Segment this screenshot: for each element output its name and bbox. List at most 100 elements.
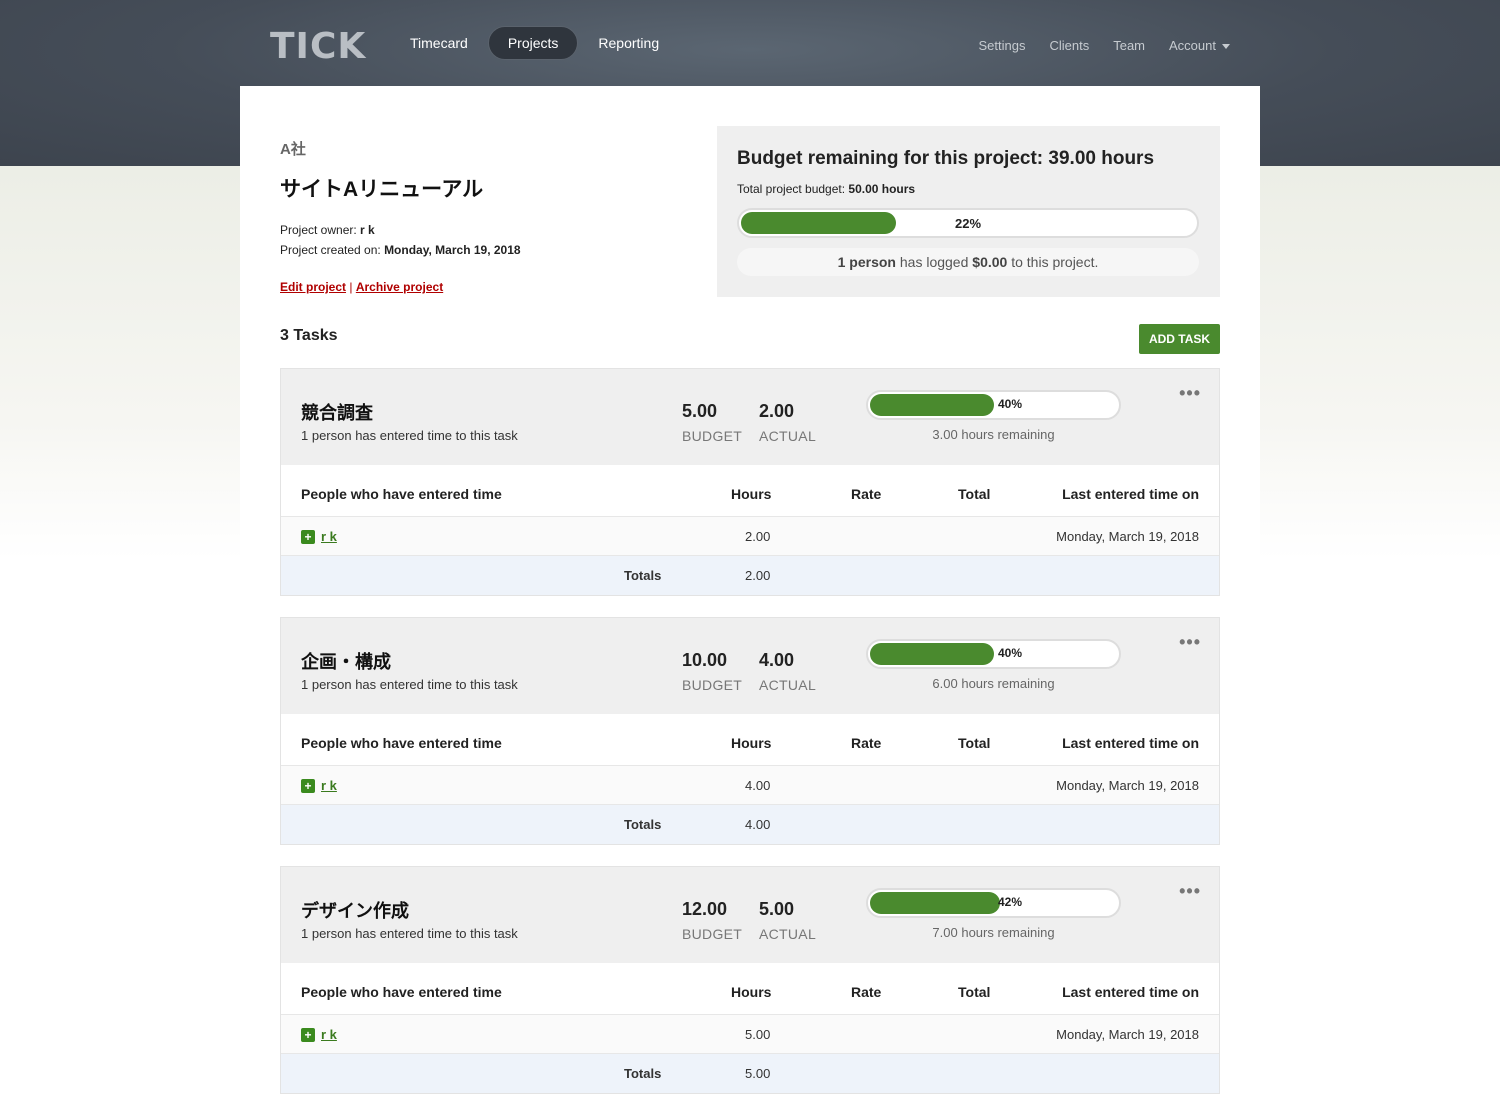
archive-project-link[interactable]: Archive project: [356, 280, 443, 294]
task-actual: 5.00 ACTUAL: [759, 899, 816, 942]
task-remaining: 6.00 hours remaining: [932, 676, 1055, 691]
totals-hours: 2.00: [745, 568, 771, 583]
created-value: Monday, March 19, 2018: [384, 243, 521, 257]
plus-icon[interactable]: +: [301, 778, 315, 793]
nav-clients[interactable]: Clients: [1049, 38, 1089, 53]
row-hours: 4.00: [745, 778, 771, 793]
task-actual-label: ACTUAL: [759, 677, 817, 693]
people-table-header: People who have entered time Hours Rate …: [281, 963, 1219, 1015]
nav-reporting[interactable]: Reporting: [584, 26, 673, 60]
project-title: サイトAリニューアル: [280, 178, 484, 201]
task-budget-value: 12.00: [682, 899, 728, 919]
task-subtitle: 1 person has entered time to this task: [301, 926, 518, 941]
nav-team[interactable]: Team: [1113, 38, 1145, 53]
task-progress-bar: 42%: [866, 888, 1121, 918]
col-total: Total: [958, 486, 991, 502]
task-progress-fill: [870, 892, 1000, 914]
table-row: + r k 4.00 Monday, March 19, 2018: [281, 766, 1219, 805]
edit-project-link[interactable]: Edit project: [280, 280, 346, 294]
row-hours: 5.00: [745, 1027, 771, 1042]
budget-remaining-title: Budget remaining for this project: 39.00…: [737, 148, 1155, 169]
project-card: A社 サイトAリニューアル Project owner: r k Project…: [240, 86, 1260, 1110]
budget-total: Total project budget: 50.00 hours: [737, 182, 1200, 196]
task-progress-label: 40%: [998, 646, 1023, 660]
task-card: 企画・構成 1 person has entered time to this …: [280, 617, 1220, 845]
totals-label: Totals: [624, 1066, 662, 1081]
person-link[interactable]: + r k: [301, 778, 337, 793]
task-budget-label: BUDGET: [682, 926, 743, 942]
tick-logo[interactable]: TICK: [270, 26, 366, 67]
totals-hours: 4.00: [745, 817, 771, 832]
task-actual-value: 2.00: [759, 401, 795, 421]
task-header: 競合調査 1 person has entered time to this t…: [281, 369, 1219, 465]
task-actual-value: 4.00: [759, 650, 795, 670]
project-created: Project created on: Monday, March 19, 20…: [280, 243, 700, 257]
nav-projects[interactable]: Projects: [487, 26, 579, 60]
client-name: A社: [280, 141, 306, 158]
col-rate: Rate: [851, 735, 882, 751]
created-label: Project created on:: [280, 243, 385, 257]
task-remaining: 7.00 hours remaining: [932, 925, 1055, 940]
logged-end: to this project.: [1007, 254, 1099, 270]
nav-settings[interactable]: Settings: [978, 38, 1025, 53]
nav-account-label: Account: [1169, 38, 1216, 53]
more-options-icon[interactable]: •••: [1179, 881, 1201, 902]
task-budget: 12.00 BUDGET: [682, 899, 742, 942]
nav-timecard[interactable]: Timecard: [396, 26, 482, 60]
person-name[interactable]: r k: [321, 1027, 337, 1042]
col-rate: Rate: [851, 486, 882, 502]
row-last-entered: Monday, March 19, 2018: [1056, 778, 1199, 793]
task-header: デザイン作成 1 person has entered time to this…: [281, 867, 1219, 963]
top-nav: TICK Timecard Projects Reporting Setting…: [270, 24, 1230, 67]
task-progress-bar: 40%: [866, 390, 1121, 420]
row-last-entered: Monday, March 19, 2018: [1056, 529, 1199, 544]
project-actions: Edit project | Archive project: [280, 280, 700, 294]
person-link[interactable]: + r k: [301, 1027, 337, 1042]
task-progress-label: 42%: [998, 895, 1023, 909]
task-name[interactable]: 企画・構成: [301, 648, 391, 674]
link-separator: |: [349, 280, 353, 294]
col-rate: Rate: [851, 984, 882, 1000]
col-total: Total: [958, 984, 991, 1000]
add-task-button[interactable]: ADD TASK: [1139, 324, 1220, 354]
project-header: A社 サイトAリニューアル Project owner: r k Project…: [280, 138, 700, 294]
totals-row: Totals 4.00: [281, 805, 1219, 844]
task-progress-bar: 40%: [866, 639, 1121, 669]
col-people: People who have entered time: [301, 735, 502, 751]
person-name[interactable]: r k: [321, 529, 337, 544]
task-name[interactable]: 競合調査: [301, 399, 373, 425]
totals-hours: 5.00: [745, 1066, 771, 1081]
secondary-nav: Settings Clients Team Account: [954, 38, 1230, 53]
more-options-icon[interactable]: •••: [1179, 632, 1201, 653]
row-last-entered: Monday, March 19, 2018: [1056, 1027, 1199, 1042]
col-hours: Hours: [731, 486, 772, 502]
people-table-header: People who have entered time Hours Rate …: [281, 714, 1219, 766]
budget-progress-bar: 22%: [737, 208, 1199, 238]
task-actual-value: 5.00: [759, 899, 795, 919]
table-row: + r k 2.00 Monday, March 19, 2018: [281, 517, 1219, 556]
task-card: デザイン作成 1 person has entered time to this…: [280, 866, 1220, 1094]
task-card: 競合調査 1 person has entered time to this t…: [280, 368, 1220, 596]
task-budget-label: BUDGET: [682, 428, 743, 444]
plus-icon[interactable]: +: [301, 1027, 315, 1042]
plus-icon[interactable]: +: [301, 529, 315, 544]
task-progress-fill: [870, 643, 994, 665]
owner-value: r k: [360, 223, 375, 237]
task-header: 企画・構成 1 person has entered time to this …: [281, 618, 1219, 714]
person-link[interactable]: + r k: [301, 529, 337, 544]
more-options-icon[interactable]: •••: [1179, 383, 1201, 404]
totals-label: Totals: [624, 817, 662, 832]
task-name[interactable]: デザイン作成: [301, 897, 409, 923]
col-last-entered: Last entered time on: [1062, 486, 1199, 502]
project-owner: Project owner: r k: [280, 223, 700, 237]
task-budget-value: 10.00: [682, 650, 728, 670]
main-nav: Timecard Projects Reporting: [396, 26, 679, 60]
col-people: People who have entered time: [301, 984, 502, 1000]
person-name[interactable]: r k: [321, 778, 337, 793]
chevron-down-icon: [1222, 44, 1230, 50]
task-budget: 5.00 BUDGET: [682, 401, 742, 444]
logged-mid: has logged: [895, 254, 973, 270]
owner-label: Project owner:: [280, 223, 361, 237]
nav-account[interactable]: Account: [1169, 38, 1230, 53]
task-progress-fill: [870, 394, 994, 416]
